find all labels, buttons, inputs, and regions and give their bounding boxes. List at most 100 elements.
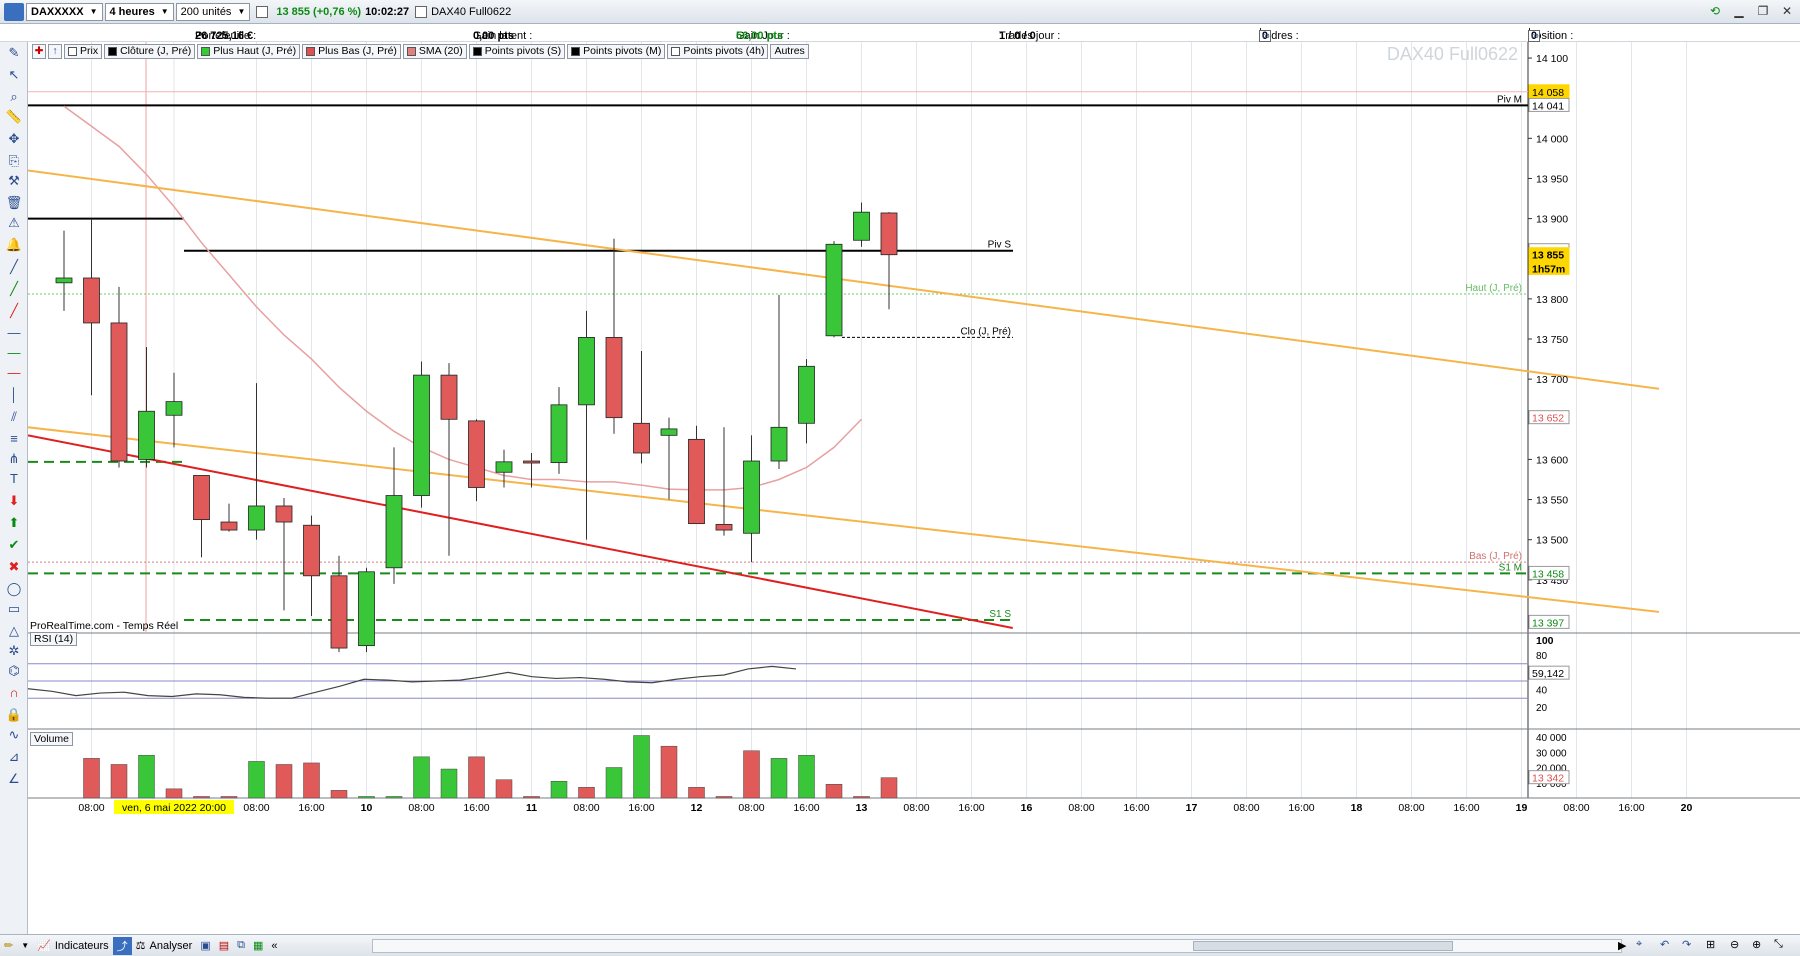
legend-item-8[interactable]: Autres (770, 44, 809, 59)
scrollbar-thumb[interactable] (1193, 941, 1453, 951)
refresh-icon[interactable]: ⟲ (1706, 2, 1724, 20)
candle-body-5[interactable] (193, 475, 210, 521)
bell-icon[interactable]: 🔔 (5, 236, 23, 254)
add-indicator-icon[interactable]: ✚ (32, 44, 46, 59)
magnet-mode-icon[interactable]: ⌬ (5, 662, 23, 680)
orders-link-icon[interactable]: ∞ (1262, 30, 1270, 42)
candle-body-11[interactable] (358, 571, 375, 647)
candle-body-26[interactable] (770, 426, 788, 462)
horizontal-line-icon[interactable]: — (5, 324, 23, 342)
lock-icon[interactable]: 🔒 (5, 706, 23, 724)
fibonacci-icon[interactable]: ≡ (5, 430, 23, 448)
orders[interactable]: Ordres : 0 | 0 ∞ (1259, 27, 1299, 42)
candle-body-16[interactable] (495, 461, 513, 473)
legend-item-3[interactable]: Plus Bas (J, Pré) (302, 44, 401, 59)
zoom-fit-icon[interactable]: ⊞ (1706, 938, 1715, 951)
draw-icon[interactable]: ⌖ (1636, 938, 1642, 951)
move-icon[interactable]: ✥ (5, 130, 23, 148)
candle-body-12[interactable] (385, 495, 403, 569)
candle-body-17[interactable] (523, 460, 540, 464)
list-icon[interactable]: ▤ (215, 937, 233, 955)
legend-item-0[interactable]: Prix (64, 44, 103, 59)
maximize-icon[interactable]: ❐ (1754, 2, 1772, 20)
resize-icon[interactable]: ⤡ (1774, 938, 1783, 951)
instrument-selector[interactable]: DAXXXXX ▼ (26, 2, 103, 21)
angle-icon[interactable]: ∠ (5, 770, 23, 788)
text-icon[interactable]: T (5, 470, 23, 488)
network-icon[interactable]: ✲ (5, 642, 23, 660)
candle-body-8[interactable] (275, 505, 293, 523)
volume-pane-label[interactable]: Volume (30, 732, 74, 746)
candle-body-22[interactable] (660, 428, 678, 436)
horizontal-line-red-icon[interactable]: — (5, 364, 23, 382)
candle-body-10[interactable] (330, 575, 348, 649)
candle-body-14[interactable] (440, 374, 458, 420)
candle-body-3[interactable] (138, 410, 155, 460)
layout-icon[interactable]: ⧉ (233, 937, 249, 955)
trash-icon[interactable]: 🗑 (5, 194, 23, 212)
share-icon[interactable]: ⤴ (112, 936, 132, 955)
chart-area[interactable]: Piv M Piv S Clo (J, Pré) Haut (J, Pré) Bas (… (28, 42, 1800, 934)
legend-item-7[interactable]: Points pivots (4h) (667, 44, 769, 59)
cursor-icon[interactable]: ↖ (5, 66, 23, 84)
candle-body-0[interactable] (55, 277, 73, 284)
candle-body-18[interactable] (550, 404, 568, 464)
candle-body-7[interactable] (248, 505, 265, 531)
close-icon[interactable]: ✕ (1778, 2, 1796, 20)
zoom-icon[interactable]: ⌕ (5, 88, 23, 106)
zoom-in-icon[interactable]: ⊕ (1752, 938, 1761, 951)
candle-body-1[interactable] (83, 277, 100, 324)
redo-icon[interactable]: ↷ (1682, 938, 1691, 951)
checkbox-icon[interactable] (415, 5, 428, 18)
cross-icon[interactable]: ✖ (5, 558, 23, 576)
undo-icon[interactable]: ↶ (1660, 938, 1669, 951)
copy-icon[interactable]: ⎘ (5, 152, 23, 170)
chart-canvas[interactable]: Piv M Piv S Clo (J, Pré) Haut (J, Pré) Bas (… (28, 42, 1800, 934)
trendline-red-icon[interactable]: ╱ (5, 302, 23, 320)
legend-item-5[interactable]: Points pivots (S) (468, 44, 566, 59)
rectangle-icon[interactable]: ▭ (5, 600, 23, 618)
minimize-icon[interactable]: ▁ (1730, 2, 1748, 20)
ruler-icon[interactable]: 📏 (5, 108, 23, 126)
candle-body-21[interactable] (633, 422, 650, 454)
position-link-icon[interactable]: ∞ (1531, 30, 1539, 42)
scroll-right-icon[interactable]: ▶ (1618, 939, 1626, 952)
candle-body-30[interactable] (880, 212, 898, 256)
candle-body-13[interactable] (413, 374, 430, 496)
magnet-icon[interactable]: ⚒ (5, 172, 23, 190)
candle-body-24[interactable] (715, 524, 733, 531)
pitchfork-icon[interactable]: ⋔ (5, 450, 23, 468)
analyze-button[interactable]: ⚖ Analyser (132, 937, 197, 955)
ellipse-icon[interactable]: ◯ (5, 580, 23, 598)
scroll-left-icon[interactable]: « (267, 937, 281, 955)
units-selector[interactable]: 200 unités ▼ (175, 2, 251, 21)
triangle-icon[interactable]: △ (5, 622, 23, 640)
candle-body-25[interactable] (743, 460, 760, 534)
candle-body-29[interactable] (853, 211, 870, 241)
candle-body-6[interactable] (220, 521, 238, 531)
position[interactable]: Position : 0 | 0 ∞ (1528, 27, 1573, 42)
candle-body-4[interactable] (165, 401, 183, 416)
screen-icon[interactable]: ▣ (196, 937, 214, 955)
pen-icon[interactable]: ✎ (5, 44, 23, 62)
candle-body-20[interactable] (605, 337, 623, 419)
timeframe-selector[interactable]: 4 heures ▼ (104, 2, 174, 21)
checkbox-icon[interactable] (256, 5, 269, 18)
candle-body-9[interactable] (303, 524, 320, 577)
candle-body-15[interactable] (468, 420, 485, 488)
vertical-line-icon[interactable]: │ (5, 386, 23, 404)
gann-icon[interactable]: ⊿ (5, 748, 23, 766)
check-icon[interactable]: ✔ (5, 536, 23, 554)
chevron-down-icon[interactable]: ▼ (17, 937, 33, 955)
channel-icon[interactable]: ⫽ (5, 408, 23, 426)
candle-body-27[interactable] (798, 365, 815, 424)
wave-icon[interactable]: ∿ (5, 726, 23, 744)
pencil-icon[interactable]: ✏ (0, 937, 17, 955)
time-scrollbar[interactable] (372, 939, 1622, 953)
horseshoe-magnet-icon[interactable]: ∩ (5, 684, 23, 702)
zoom-out-icon[interactable]: ⊖ (1730, 938, 1739, 951)
legend-item-4[interactable]: SMA (20) (402, 44, 467, 59)
candle-body-23[interactable] (688, 438, 705, 525)
chart-settings-icon[interactable]: ↑ (48, 44, 62, 59)
legend-item-6[interactable]: Points pivots (M) (567, 44, 666, 59)
